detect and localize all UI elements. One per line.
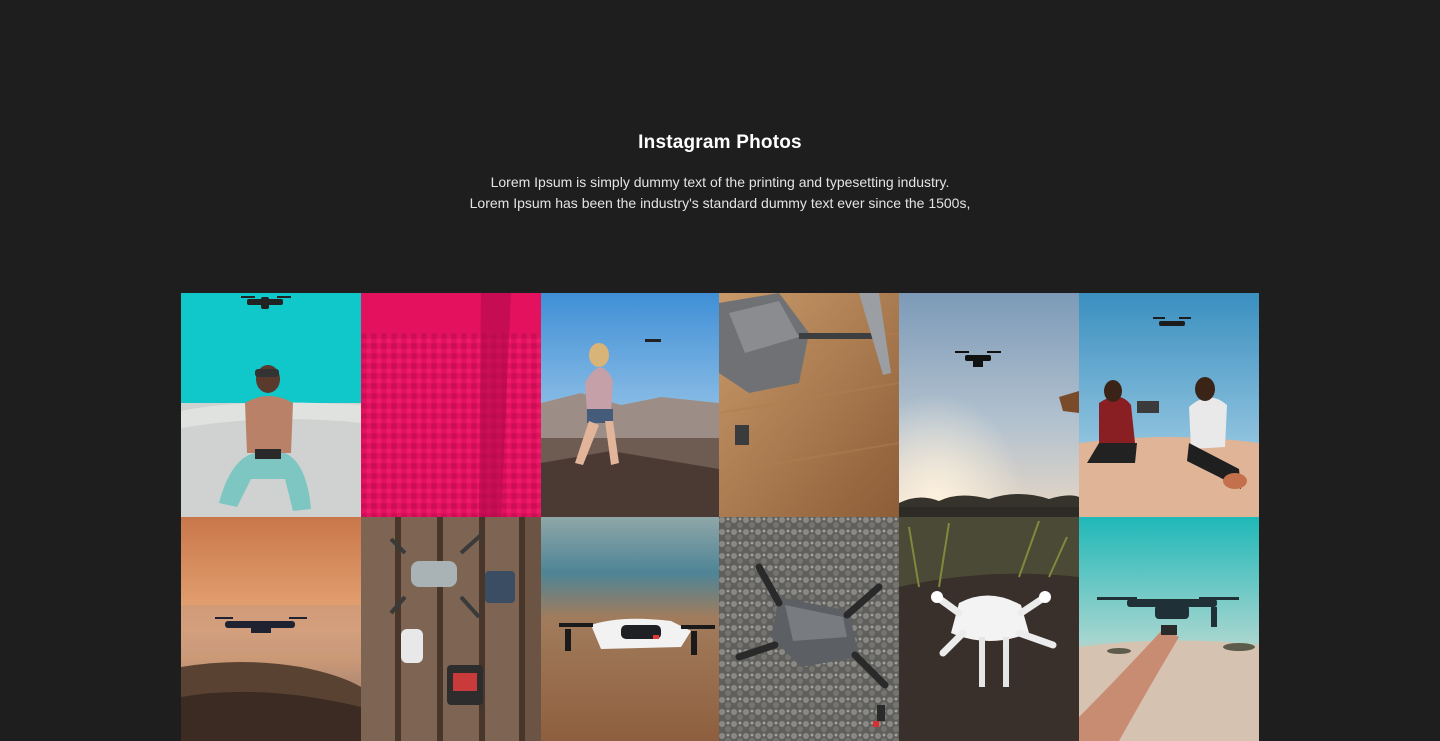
drones-flatlay-photo-icon: [361, 517, 541, 741]
section-description: Lorem Ipsum is simply dummy text of the …: [0, 172, 1440, 214]
instagram-photo-3[interactable]: [541, 293, 719, 517]
instagram-photo-9[interactable]: [541, 517, 719, 741]
drone-photo-icon: [181, 293, 361, 517]
section-title: Instagram Photos: [638, 132, 802, 153]
description-line-1: Lorem Ipsum is simply dummy text of the …: [490, 174, 950, 190]
instagram-photo-2[interactable]: [361, 293, 541, 517]
instagram-photo-8[interactable]: [361, 517, 541, 741]
instagram-photo-10[interactable]: [719, 517, 899, 741]
instagram-photo-11[interactable]: [899, 517, 1079, 741]
instagram-photo-4[interactable]: [719, 293, 899, 517]
instagram-photo-12[interactable]: [1079, 517, 1259, 741]
drone-photo-icon: [1079, 517, 1259, 741]
drone-closeup-photo-icon: [719, 293, 899, 517]
drone-photo-icon: [719, 517, 899, 741]
drone-photo-icon: [181, 517, 361, 741]
pink-texture-photo-icon: [361, 293, 541, 517]
instagram-photo-7[interactable]: [181, 517, 361, 741]
instagram-photo-grid: [181, 293, 1259, 741]
instagram-photo-1[interactable]: [181, 293, 361, 517]
instagram-photo-6[interactable]: [1079, 293, 1259, 517]
drone-photo-icon: [541, 517, 719, 741]
drone-photo-icon: [899, 517, 1079, 741]
description-line-2: Lorem Ipsum has been the industry's stan…: [469, 195, 971, 211]
drone-silhouette-photo-icon: [899, 293, 1079, 517]
instagram-photo-5[interactable]: [899, 293, 1079, 517]
drone-photo-icon: [1079, 293, 1259, 517]
drone-photo-icon: [541, 293, 719, 517]
